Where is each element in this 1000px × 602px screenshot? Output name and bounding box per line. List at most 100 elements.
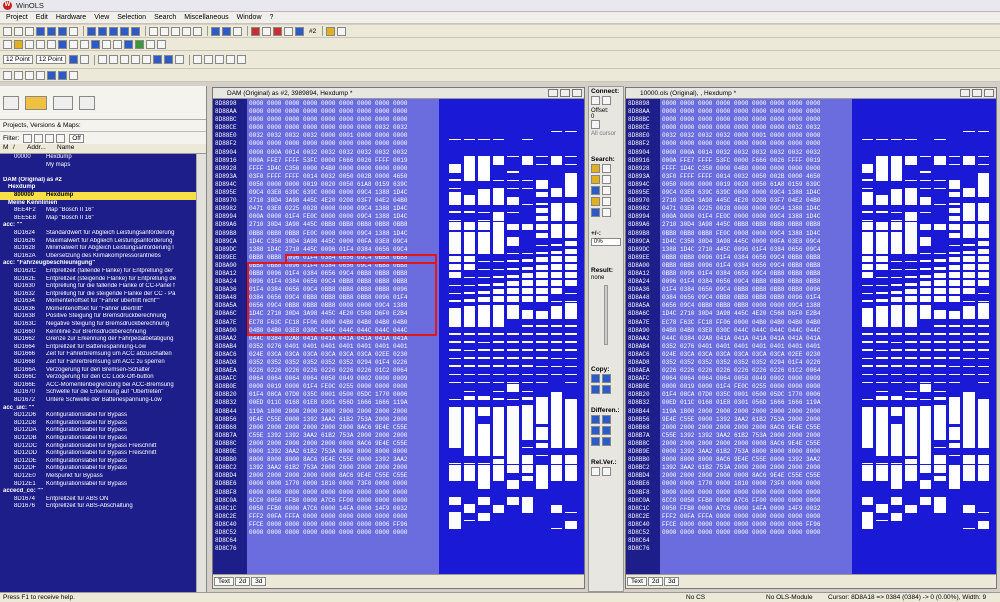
tree-group[interactable]: DAM (Original) as #2 <box>0 177 197 185</box>
view-b-icon[interactable] <box>14 70 23 80</box>
tool-pencil-icon[interactable] <box>14 39 23 49</box>
dropdown-alt-icon[interactable] <box>284 26 293 36</box>
delta-icon[interactable] <box>203 55 213 64</box>
minimize-icon[interactable] <box>960 89 970 97</box>
hex-row[interactable]: 9E4E C55E 0000 1392 3AA2 61B2 753A 2000 … <box>247 416 439 424</box>
tool-a-icon[interactable] <box>102 39 111 49</box>
hex-row[interactable]: 0000 0000 0000 0000 0000 0000 0000 0000 … <box>660 529 852 537</box>
tree-item[interactable]: 8D1638 Positive Steigung für Bremsdruckbe… <box>0 313 197 321</box>
tree-item[interactable]: 8D162A Übersetzung des Klimakompressorant… <box>0 253 197 261</box>
export-icon[interactable] <box>79 95 95 110</box>
view-d-icon[interactable] <box>36 70 45 80</box>
close-icon[interactable] <box>984 89 994 97</box>
search-5-icon[interactable] <box>591 186 600 195</box>
tree-item[interactable]: 8D1666 Zeit für Fahrerbremsung um ACC abz… <box>0 351 197 359</box>
hex-row[interactable]: 0000 0000 0000 0000 0000 0000 0000 0000 … <box>247 100 439 108</box>
tree-item[interactable]: 00000 Hexdump <box>0 154 197 162</box>
hex-row[interactable]: 00ED 011C 0168 01E8 0301 056D 1666 1666 … <box>247 399 439 407</box>
hex-row[interactable]: 0000 0000 1770 0000 1810 0000 73F0 0000 … <box>660 480 852 488</box>
hex-row[interactable]: 01F4 08CA 07D0 035C 0001 0500 05DC 1770 … <box>660 391 852 399</box>
copy-1-icon[interactable] <box>591 374 600 383</box>
search-9-icon[interactable] <box>591 208 600 217</box>
undo-icon[interactable] <box>182 26 191 36</box>
ref-icon[interactable] <box>236 55 246 64</box>
hex-row[interactable]: EC78 F63C FC18 FF06 0000 04B0 04B0 04B0 … <box>660 319 852 327</box>
tool-table-icon[interactable] <box>47 39 56 49</box>
hex-row[interactable]: 1388 1D4C 2710 445C 0096 01F4 0384 0656 … <box>660 246 852 254</box>
hex-row[interactable]: 044C 0384 02A8 041A 041A 041A 041A 041A … <box>660 335 852 343</box>
tree-item[interactable]: 8D1664 Entprellzeit für Batteriespannung-… <box>0 344 197 352</box>
tree-item[interactable]: 8D166A Verzögerung für den Bremsen-Schalt… <box>0 367 197 375</box>
hex-row[interactable]: 0000 0019 0000 01F4 FE0C 0255 0000 0000 … <box>247 383 439 391</box>
paste-icon[interactable] <box>171 26 180 36</box>
hex-row[interactable]: 0064 0064 0064 0064 0050 0049 0002 0000 … <box>660 375 852 383</box>
hex-row[interactable]: 0352 0276 0401 0401 0401 0401 0401 0401 … <box>247 343 439 351</box>
hex-row[interactable]: 0352 0352 0352 0352 0352 0352 0294 01F4 … <box>660 359 852 367</box>
tab-2d[interactable]: 2d <box>647 577 664 586</box>
tab-text[interactable]: Text <box>214 577 234 586</box>
hex-row[interactable]: 0064 0064 0064 0064 0050 0049 0002 0000 … <box>247 375 439 383</box>
hex-row[interactable]: 2000 2000 2000 2000 0008 8AC6 9E4E C55E … <box>247 472 439 480</box>
search-10-icon[interactable] <box>602 208 611 217</box>
hex-row[interactable]: 0BB8 0BB8 0BB8 FE0C 0008 0000 09C4 1388 … <box>247 230 439 238</box>
hex-row[interactable]: 0000 0000 0000 0000 0000 0000 0000 0000 … <box>660 108 852 116</box>
project-icon[interactable] <box>3 95 19 110</box>
hex-row[interactable]: 0000 0000 0000 0000 0000 0000 0000 0000 … <box>247 108 439 116</box>
diff-down2-icon[interactable] <box>602 426 611 435</box>
tree-item[interactable]: 8D12DC Konfigurationslabel für Bypass Fre… <box>0 443 197 451</box>
copy-3-icon[interactable] <box>591 385 600 394</box>
result-slider[interactable] <box>604 285 608 345</box>
tree-item[interactable]: 8D12DB Konfigurationslabel für Bypass <box>0 435 197 443</box>
tree-group[interactable]: Meine Kennlinien <box>0 200 197 208</box>
hex-row[interactable]: 0000 1392 3AA2 61B2 753A 8000 8000 8000 … <box>660 448 852 456</box>
hex-row[interactable]: 0226 0226 0226 0226 0226 0226 0226 01C2 … <box>660 367 852 375</box>
hex-row[interactable]: 0000 0000 0000 0000 0000 0000 0000 0000 … <box>660 116 852 124</box>
hex-row[interactable]: FFF2 00FA FFFA 0000 0000 0000 0000 0000 … <box>660 513 852 521</box>
hex-row[interactable]: 0BB8 0BB8 0096 01F4 0384 0656 09C4 0BB8 … <box>660 254 852 262</box>
tab-text[interactable]: Text <box>627 577 647 586</box>
menu-item-search[interactable]: Search <box>150 14 180 21</box>
tree-item[interactable]: My maps <box>0 162 197 170</box>
hex-row[interactable]: 0000 0000 0000 0000 0000 0000 0000 0000 … <box>660 100 852 108</box>
org-icon[interactable] <box>225 55 235 64</box>
hex-row[interactable]: 0352 0276 0401 0401 0401 0401 0401 0401 … <box>660 343 852 351</box>
tree-item[interactable]: 8EE5E8 Map "Bosch II 16" <box>0 215 197 223</box>
hex-row[interactable]: 0032 0032 0032 0032 0000 0001 0000 0000 … <box>660 132 852 140</box>
offset-spin-icon[interactable] <box>591 120 600 129</box>
hex-row[interactable]: 024E 03CA 03CA 03CA 03CA 03CA 03CA 02EE … <box>660 351 852 359</box>
hex-row[interactable]: 0000 0000 0000 0000 0000 0000 0000 0000 … <box>660 140 852 148</box>
hex-row[interactable] <box>247 537 439 545</box>
tree-group[interactable]: acc_uic: "" <box>0 405 197 413</box>
fmt-7-icon[interactable] <box>163 55 173 64</box>
hex-row[interactable]: 2710 30D4 3A98 445C 0BB8 0BB8 0BB8 0BB8 … <box>660 221 852 229</box>
diff-up2-icon[interactable] <box>602 415 611 424</box>
hex-row[interactable]: 119A 1800 2000 2000 2000 2000 2000 2000 … <box>247 408 439 416</box>
filter-off-button[interactable]: Off <box>69 133 84 143</box>
hex-row[interactable]: 0352 0352 0352 0352 0352 0352 0294 01F4 … <box>247 359 439 367</box>
tree-item[interactable]: 8D162C Entprellzeit (fallende Flanke) für… <box>0 268 197 276</box>
hex-row[interactable]: 0000 0000 0000 0000 0000 0000 0000 0032 … <box>660 124 852 132</box>
tool-b-icon[interactable] <box>113 39 122 49</box>
tree-item[interactable]: 8D12E1 Konfigurationslabel für Bypass <box>0 481 197 489</box>
search-4-icon[interactable] <box>602 175 611 184</box>
fmt-2-icon[interactable] <box>108 55 118 64</box>
menu-item-window[interactable]: Window <box>233 14 266 21</box>
copy-4-icon[interactable] <box>602 385 611 394</box>
hex-row[interactable]: 03F0 FFFF FFFF 0014 0032 0050 002B 0000 … <box>247 173 439 181</box>
relver-1-icon[interactable] <box>591 467 600 476</box>
hex-row[interactable] <box>247 545 439 553</box>
tree-item[interactable]: 8D1626 Maximalwert für Abgleich Leistungs… <box>0 238 197 246</box>
text-mode-icon[interactable] <box>251 26 260 36</box>
search-6-icon[interactable] <box>602 186 611 195</box>
hex-row[interactable]: 0000 000A 0014 0032 0032 0032 0032 0032 … <box>247 149 439 157</box>
hex-row[interactable]: 01F4 0384 0656 09C4 0BB8 0BB8 0BB8 0BB8 … <box>660 286 852 294</box>
filter-2-icon[interactable] <box>34 133 44 143</box>
hex-row[interactable]: 0050 FFB0 0000 A7C6 0000 14FA 0000 14F9 … <box>247 505 439 513</box>
hex-row[interactable] <box>660 537 852 545</box>
hex-values-column[interactable]: 0000 0000 0000 0000 0000 0000 0000 0000 … <box>247 99 439 574</box>
hex-left-graph[interactable] <box>439 99 584 574</box>
hex-row[interactable]: 0096 01F4 0384 0656 09C4 0BB8 0BB8 0BB8 … <box>660 278 852 286</box>
copy-2-icon[interactable] <box>602 374 611 383</box>
tree-item[interactable]: 8D1634 Momentenoffset für "Fahrer übertri… <box>0 298 197 306</box>
hex-row[interactable]: 1D4C 2710 30D4 3A98 445C 4E20 C568 D6F0 … <box>660 310 852 318</box>
